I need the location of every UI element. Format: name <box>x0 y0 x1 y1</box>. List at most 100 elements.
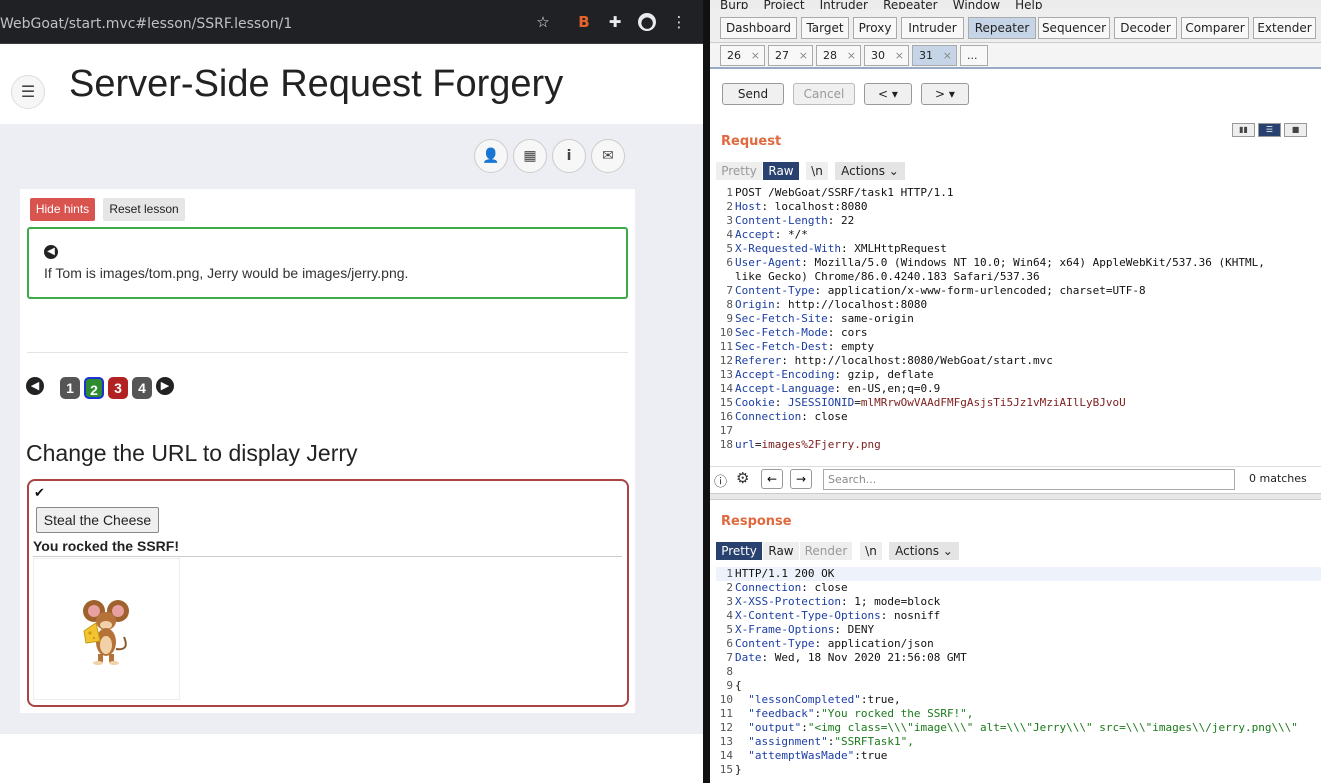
tab-target[interactable]: Target <box>801 17 849 39</box>
header-name: Content-Type <box>735 284 815 297</box>
user-icon[interactable]: 👤 <box>474 139 508 173</box>
tab-sequencer[interactable]: Sequencer <box>1038 17 1110 39</box>
header-value: DENY <box>840 623 875 636</box>
request-line: 11 Sec-Fetch-Dest: empty <box>716 340 1321 354</box>
tab-comparer[interactable]: Comparer <box>1181 17 1249 39</box>
search-next-icon[interactable]: → <box>790 469 812 489</box>
repeater-tab[interactable]: 27 × <box>768 45 813 66</box>
search-input[interactable]: Search... <box>823 469 1235 490</box>
hide-hints-button[interactable]: Hide hints <box>30 198 95 221</box>
response-editor[interactable]: 1 HTTP/1.1 200 OK 2 Connection: close 3 X-XSS… <box>716 567 1321 783</box>
request-editor[interactable]: 1 POST /WebGoat/SSRF/task1 HTTP/1.1 2 Host:… <box>716 186 1321 466</box>
hint-text: If Tom is images/tom.png, Jerry would be… <box>44 265 409 281</box>
steal-cheese-button[interactable]: Steal the Cheese <box>36 507 159 533</box>
layout-stacked-icon[interactable]: ☰ <box>1258 123 1281 137</box>
layout-side-by-side-icon[interactable]: ▮▮ <box>1232 123 1255 137</box>
address-bar[interactable]: WebGoat/start.mvc#lesson/SSRF.lesson/1 ☆… <box>0 0 703 44</box>
page-button-2[interactable]: 2 <box>84 377 104 399</box>
help-icon[interactable]: ⓘ <box>714 471 727 490</box>
envelope-icon[interactable]: ✉ <box>591 139 625 173</box>
url-text[interactable]: WebGoat/start.mvc#lesson/SSRF.lesson/1 <box>0 16 292 32</box>
req-pretty-tab[interactable]: Pretty <box>716 162 762 180</box>
hamburger-menu-button[interactable]: ☰ <box>11 75 45 109</box>
json-separator: : <box>854 749 861 762</box>
repeater-tab[interactable]: 26 × <box>720 45 765 66</box>
close-icon[interactable]: × <box>799 46 808 65</box>
json-value: "<img class=\\\"image\\\" alt=\\\"Jerry\… <box>807 721 1298 734</box>
burp-extension-icon[interactable]: B <box>575 13 593 31</box>
res-newline-tab[interactable]: \n <box>860 542 882 560</box>
close-icon[interactable]: × <box>751 46 760 65</box>
menu-intruder[interactable]: Intruder <box>820 0 868 9</box>
menu-burp[interactable]: Burp <box>720 0 748 9</box>
header-value: empty <box>834 340 875 353</box>
line-number: 12 <box>719 721 733 734</box>
res-actions-dropdown[interactable]: Actions ⌄ <box>889 542 959 560</box>
chart-icon[interactable]: ▦ <box>513 139 547 173</box>
cancel-button[interactable]: Cancel <box>793 83 855 105</box>
back-label: < <box>878 87 889 101</box>
puzzle-icon[interactable]: ✚ <box>606 13 624 31</box>
chevron-down-icon: ▾ <box>891 87 898 101</box>
tab-intruder[interactable]: Intruder <box>901 17 964 39</box>
page-button-4[interactable]: 4 <box>132 377 152 399</box>
split-handle[interactable] <box>710 493 1321 500</box>
res-render-tab[interactable]: Render <box>800 542 852 560</box>
reset-lesson-button[interactable]: Reset lesson <box>103 198 185 221</box>
star-icon[interactable]: ☆ <box>534 13 552 31</box>
search-prev-icon[interactable]: ← <box>761 469 783 489</box>
settings-gear-icon[interactable]: ⚙ <box>736 469 749 487</box>
line-number: 14 <box>719 749 733 762</box>
close-icon[interactable]: × <box>847 46 856 65</box>
repeater-tab[interactable]: 28 × <box>816 45 861 66</box>
request-line: 8 Origin: http://localhost:8080 <box>716 298 1321 312</box>
header-name: Accept <box>735 228 775 241</box>
tab-extender[interactable]: Extender <box>1253 17 1316 39</box>
tab-dashboard[interactable]: Dashboard <box>720 17 797 39</box>
req-newline-tab[interactable]: \n <box>806 162 828 180</box>
res-raw-tab[interactable]: Raw <box>763 542 799 560</box>
tab-proxy[interactable]: Proxy <box>853 17 897 39</box>
header-value: application/x-www-form-urlencoded; chars… <box>821 284 1146 297</box>
repeater-tab-label: 26 <box>727 49 741 62</box>
line-number: 6 <box>726 256 733 269</box>
tab-decoder[interactable]: Decoder <box>1114 17 1177 39</box>
menu-window[interactable]: Window <box>953 0 1000 9</box>
repeater-tab-more[interactable]: ... <box>960 45 988 66</box>
header-value: 1; mode=block <box>847 595 941 608</box>
request-line: 3 Content-Length: 22 <box>716 214 1321 228</box>
page-button-1[interactable]: 1 <box>60 377 80 399</box>
repeater-tab-active[interactable]: 31 × <box>912 45 957 66</box>
header-value: Mozilla/5.0 (Windows NT 10.0; Win64; x64… <box>807 256 1265 269</box>
req-actions-dropdown[interactable]: Actions ⌄ <box>835 162 905 180</box>
request-line: 5 X-Requested-With: XMLHttpRequest <box>716 242 1321 256</box>
back-button[interactable]: < ▾ <box>864 83 912 105</box>
header-name: Cookie <box>735 396 775 409</box>
forward-button[interactable]: > ▾ <box>921 83 969 105</box>
res-pretty-tab[interactable]: Pretty <box>716 542 762 560</box>
menu-repeater[interactable]: Repeater <box>883 0 938 9</box>
req-raw-tab[interactable]: Raw <box>763 162 799 180</box>
menu-project[interactable]: Project <box>763 0 804 9</box>
header-name: Connection <box>735 581 802 594</box>
send-button[interactable]: Send <box>722 83 784 105</box>
header-separator: : <box>834 382 841 395</box>
hint-previous-icon[interactable]: ◀ <box>44 245 58 259</box>
kebab-menu-icon[interactable]: ⋮ <box>670 13 688 31</box>
feedback-text: You rocked the SSRF! <box>33 538 179 554</box>
header-separator: : <box>781 354 788 367</box>
menu-help[interactable]: Help <box>1015 0 1042 9</box>
previous-page-icon[interactable]: ◀ <box>26 377 44 395</box>
layout-tabs-icon[interactable]: ■ <box>1284 123 1307 137</box>
json-value: "You rocked the SSRF!", <box>821 707 974 720</box>
next-page-icon[interactable]: ▶ <box>156 377 174 395</box>
profile-icon[interactable]: ● <box>638 13 656 31</box>
header-value: same-origin <box>834 312 914 325</box>
close-icon[interactable]: × <box>895 46 904 65</box>
close-icon[interactable]: × <box>943 46 952 65</box>
repeater-tabs: 26 × 27 × 28 × 30 × 31 × ... <box>710 43 1321 69</box>
page-button-3[interactable]: 3 <box>108 377 128 399</box>
repeater-tab[interactable]: 30 × <box>864 45 909 66</box>
tab-repeater[interactable]: Repeater <box>968 17 1036 39</box>
info-icon[interactable]: i <box>552 139 586 173</box>
